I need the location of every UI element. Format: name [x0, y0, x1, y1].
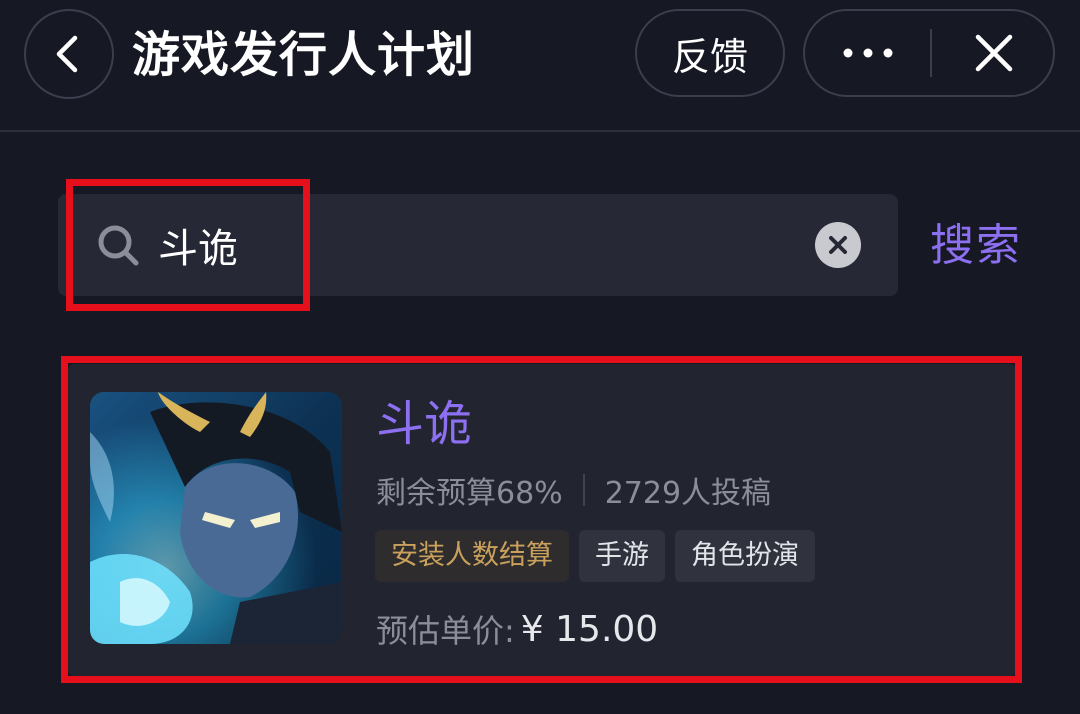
miniapp-capsule	[803, 9, 1055, 97]
stats-divider	[582, 474, 585, 506]
feedback-button[interactable]: 反馈	[635, 9, 785, 97]
clear-search-button[interactable]	[815, 222, 861, 268]
tag-platform: 手游	[579, 530, 665, 582]
game-stats: 剩余预算68% 2729人投稿	[376, 468, 771, 512]
back-button[interactable]	[24, 9, 114, 99]
game-cover-image[interactable]	[90, 392, 342, 644]
more-dots-icon	[843, 48, 892, 58]
estimated-price: 预估单价: ¥ 15.00	[376, 604, 658, 654]
game-cover-art	[90, 392, 342, 644]
nav-header: 游戏发行人计划 反馈	[0, 0, 1080, 132]
remaining-budget: 剩余预算68%	[376, 476, 563, 511]
submission-count: 2729人投稿	[604, 476, 772, 511]
game-title: 斗诡	[376, 396, 473, 452]
price-value: ¥ 15.00	[520, 608, 659, 650]
page-title: 游戏发行人计划	[132, 27, 476, 83]
search-button[interactable]: 搜索	[930, 214, 1022, 278]
search-icon	[98, 225, 139, 266]
close-button[interactable]	[932, 11, 1055, 95]
header-divider	[0, 130, 1080, 132]
price-label: 预估单价:	[376, 612, 515, 650]
close-icon	[975, 34, 1012, 72]
tag-genre: 角色扮演	[675, 530, 815, 582]
game-result-card[interactable]: 斗诡 剩余预算68% 2729人投稿 安装人数结算 手游 角色扮演 预估单价: …	[68, 364, 1016, 676]
page: 游戏发行人计划 反馈 斗诡 搜索 斗诡 剩余预算68% 2729人投稿 安装人数…	[0, 0, 1080, 714]
search-bar[interactable]	[58, 194, 898, 296]
search-input[interactable]	[158, 212, 798, 278]
clear-circle-icon	[829, 236, 847, 254]
more-button[interactable]	[805, 11, 930, 95]
game-tags: 安装人数结算 手游 角色扮演	[375, 530, 815, 582]
tag-settlement-type: 安装人数结算	[375, 530, 569, 582]
chevron-left-icon	[56, 35, 78, 73]
